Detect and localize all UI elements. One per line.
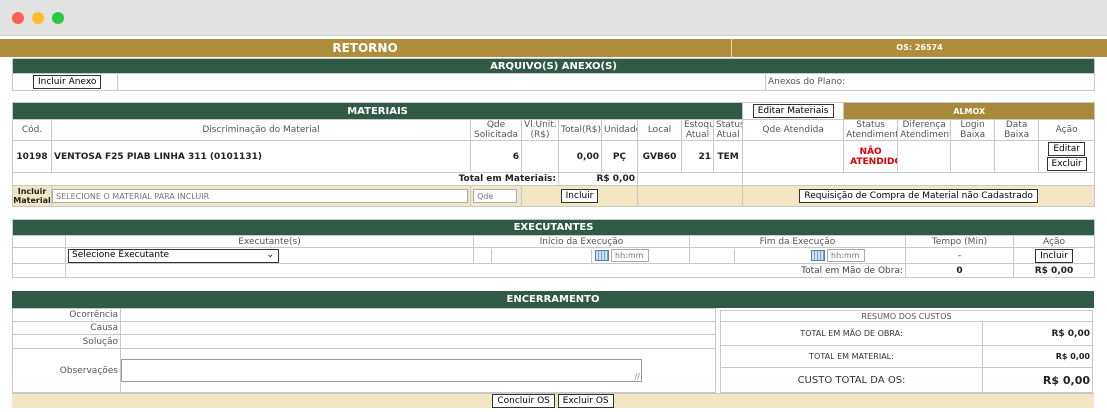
chevron-down-icon: ⌄: [266, 249, 274, 260]
page-title: RETORNO: [332, 41, 398, 55]
material-description: VENTOSA F25 PIAB LINHA 311 (0101131): [51, 140, 471, 173]
col-header: Status Atendimento: [843, 119, 899, 141]
anexos-section: ARQUIVO(S) ANEXO(S) Incluir Anexo Anexos…: [12, 58, 1095, 91]
total-material-summary-label: TOTAL EM MATERIAL:: [720, 345, 983, 368]
tempo-value: -: [905, 247, 1014, 264]
total-materiais-value: R$ 0,00: [558, 172, 638, 186]
col-header: Discriminação do Material: [51, 119, 471, 141]
col-header: Executante(s): [65, 235, 474, 248]
material-total: 0,00: [558, 140, 602, 173]
col-header: Qde Solicitada: [470, 119, 522, 141]
col-header: Unidade: [601, 119, 638, 141]
total-material-summary-value: R$ 0,00: [982, 345, 1093, 368]
total-mao-obra-label: Total em Mão de Obra:: [65, 263, 906, 278]
solucao-label: Solução: [12, 334, 121, 349]
executante-select[interactable]: Selecione Executante ⌄: [68, 248, 279, 263]
col-header: Login Baixa: [950, 119, 996, 141]
executantes-title: EXECUTANTES: [12, 219, 1095, 236]
total-minutes: 0: [905, 263, 1014, 278]
col-header: Vl.Unit. (R$): [521, 119, 559, 141]
materiais-title: MATERIAIS: [11, 102, 744, 120]
col-header: Data Baixa: [994, 119, 1040, 141]
material-unit-price: [521, 140, 559, 173]
material-stock: 21: [681, 140, 714, 173]
observacoes-label: Observações: [12, 348, 121, 393]
solucao-field[interactable]: [120, 334, 716, 349]
footer-actions: Concluir OS Excluir OS: [12, 393, 1094, 408]
incluir-material-label: Incluir Material: [12, 185, 52, 207]
executante-select-value: Selecione Executante: [72, 249, 170, 260]
material-select-input[interactable]: [52, 189, 468, 203]
material-qty: 6: [470, 140, 522, 173]
col-header: Ação: [1013, 235, 1095, 248]
editar-material-button[interactable]: Editar: [1048, 142, 1085, 156]
col-header: Fim da Execução: [689, 235, 906, 248]
total-materiais-label: Total em Materiais:: [12, 172, 559, 186]
os-number: OS: 26574: [731, 39, 1107, 57]
col-header: Diferença Atendimento: [897, 119, 952, 141]
col-header: Início da Execução: [473, 235, 690, 248]
total-mao-obra-value: R$ 0,00: [1013, 263, 1095, 278]
observacoes-textarea[interactable]: ∕∕: [121, 359, 642, 382]
total-mao-obra-summary-label: TOTAL EM MÃO DE OBRA:: [720, 321, 983, 346]
custo-total-value: R$ 0,00: [982, 367, 1093, 393]
page-content: RETORNO OS: 26574 ARQUIVO(S) ANEXO(S) In…: [0, 36, 1107, 412]
encerramento-section: ENCERRAMENTO Ocorrência Causa Solução Ob…: [12, 291, 1094, 408]
col-header: Ação: [1038, 119, 1096, 141]
col-header: Cód.: [12, 119, 52, 141]
incluir-anexo-button[interactable]: Incluir Anexo: [33, 75, 102, 89]
col-header: Qde Atendida: [742, 119, 845, 141]
encerramento-fields: Ocorrência Causa Solução Observações ∕∕: [12, 308, 716, 393]
minimize-window-icon[interactable]: [32, 12, 44, 24]
total-mao-obra-summary-value: R$ 0,00: [982, 321, 1093, 346]
causa-label: Causa: [12, 321, 121, 335]
excluir-material-button[interactable]: Excluir: [1046, 157, 1087, 171]
resumo-title: RESUMO DOS CUSTOS: [720, 310, 1093, 322]
resumo-custos: RESUMO DOS CUSTOS TOTAL EM MÃO DE OBRA: …: [720, 310, 1093, 393]
col-header: Estoque Atual: [681, 119, 714, 141]
table-row: 10198 VENTOSA F25 PIAB LINHA 311 (010113…: [12, 140, 1096, 173]
ocorrencia-label: Ocorrência: [12, 308, 121, 322]
material-qty-served: [742, 140, 845, 173]
calendar-icon[interactable]: [595, 250, 609, 261]
close-window-icon[interactable]: [12, 12, 24, 24]
material-code: 10198: [12, 140, 52, 173]
col-header: Tempo (Min): [905, 235, 1014, 248]
col-header: Total(R$): [558, 119, 602, 141]
encerramento-title: ENCERRAMENTO: [12, 291, 1094, 308]
maximize-window-icon[interactable]: [52, 12, 64, 24]
col-header: Local: [637, 119, 682, 141]
anexos-title: ARQUIVO(S) ANEXO(S): [12, 58, 1095, 74]
custo-total-label: CUSTO TOTAL DA OS:: [720, 367, 983, 393]
fim-time-input[interactable]: [827, 249, 865, 262]
materiais-section: MATERIAIS Editar Materiais ALMOX Cód. Di…: [11, 102, 1096, 207]
causa-field[interactable]: [120, 321, 716, 335]
executantes-section: EXECUTANTES Executante(s) Início da Exec…: [12, 219, 1095, 278]
incluir-material-button[interactable]: Incluir: [560, 189, 599, 203]
material-status: TEM: [712, 140, 744, 173]
anexos-plano-label: Anexos do Plano:: [765, 73, 1095, 91]
calendar-icon[interactable]: [811, 250, 825, 261]
material-local: GVB60: [637, 140, 682, 173]
excluir-os-button[interactable]: Excluir OS: [557, 394, 614, 408]
service-status-badge: NÃO ATENDIDO: [843, 140, 899, 173]
qty-input[interactable]: [473, 189, 517, 203]
retorno-header: RETORNO OS: 26574: [0, 39, 1107, 57]
requisicao-compra-button[interactable]: Requisição de Compra de Material não Cad…: [799, 189, 1038, 203]
editar-materiais-button[interactable]: Editar Materiais: [752, 104, 834, 118]
incluir-executante-button[interactable]: Incluir: [1035, 248, 1073, 263]
col-header: Status Atual: [712, 119, 744, 141]
concluir-os-button[interactable]: Concluir OS: [492, 394, 555, 408]
material-unit: PÇ: [601, 140, 638, 173]
resize-handle-icon[interactable]: ∕∕: [635, 372, 640, 381]
ocorrencia-field[interactable]: [120, 308, 716, 322]
window-titlebar: [0, 0, 1107, 36]
almox-title: ALMOX: [843, 102, 1096, 120]
inicio-time-input[interactable]: [611, 249, 649, 262]
